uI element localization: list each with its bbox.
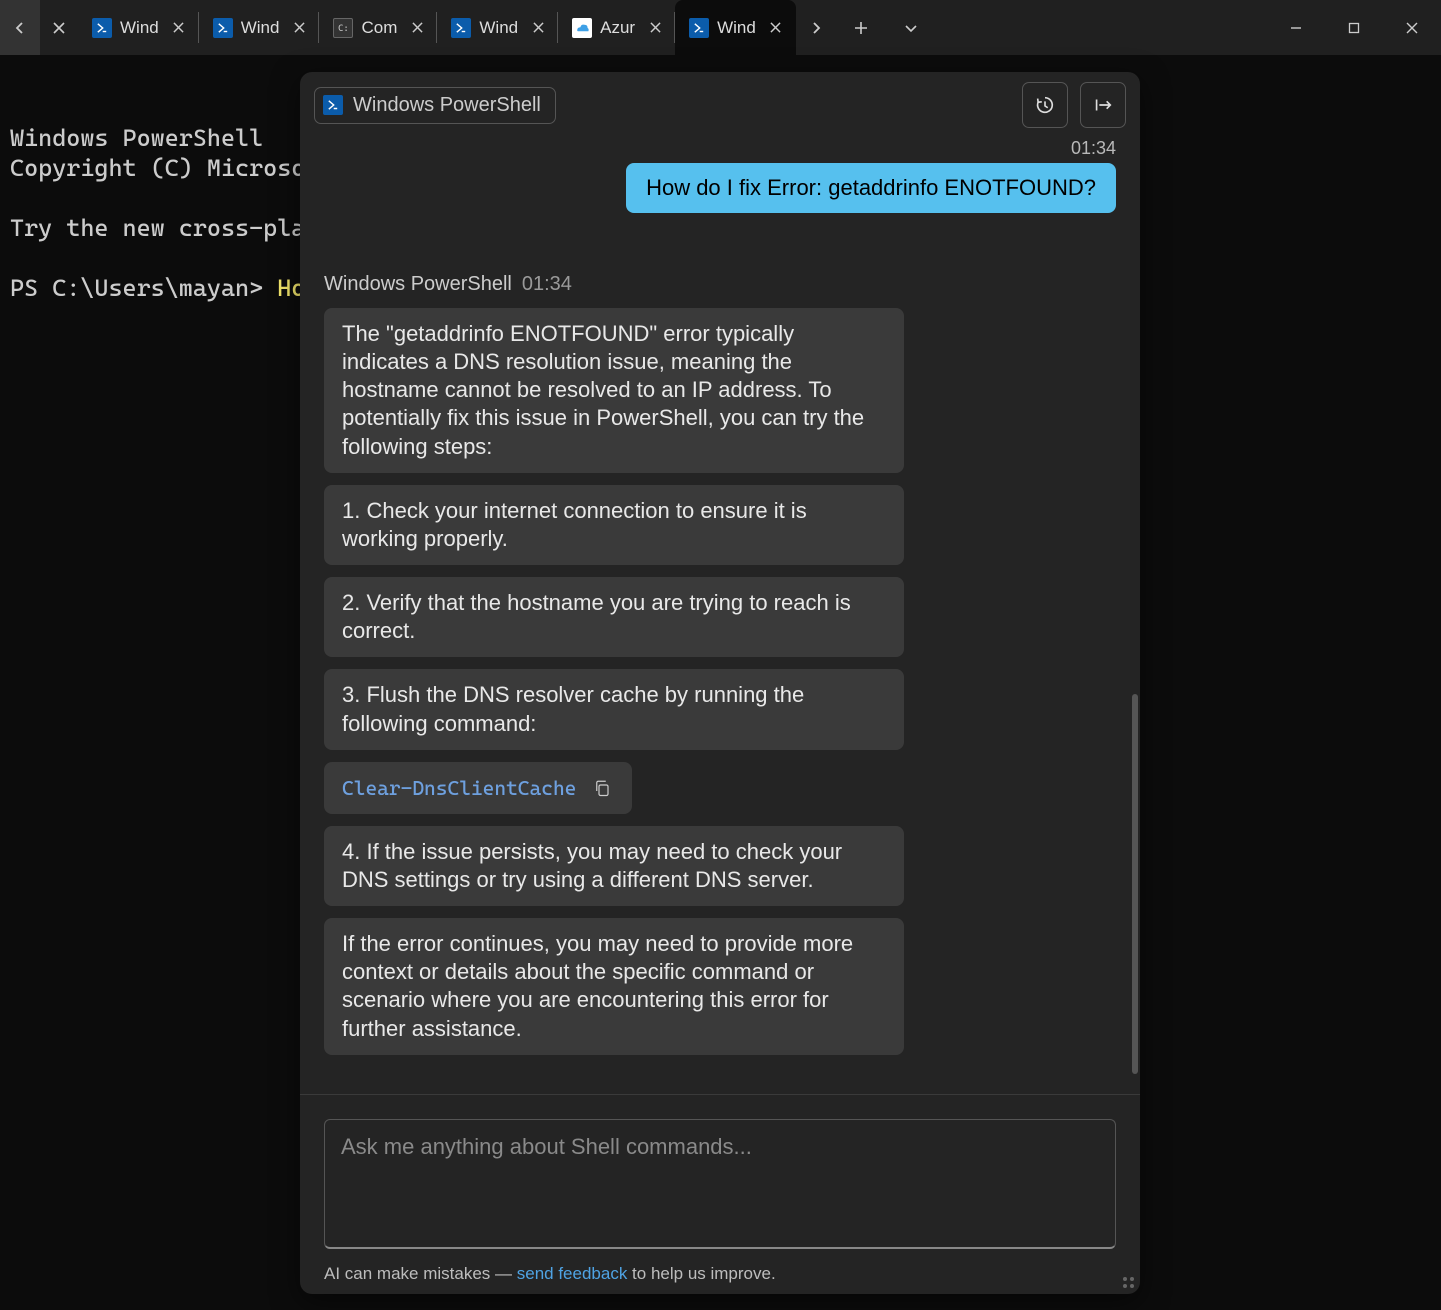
tab-close-first[interactable] — [40, 0, 78, 55]
window-controls — [1267, 0, 1441, 55]
tab-label: Wind — [120, 18, 159, 38]
tab-label: Com — [361, 18, 397, 38]
tab-close-button[interactable] — [764, 16, 788, 40]
user-message-row: 01:34 How do I fix Error: getaddrinfo EN… — [324, 138, 1116, 213]
ai-disclaimer: AI can make mistakes — send feedback to … — [324, 1264, 1116, 1284]
maximize-icon — [1348, 22, 1360, 34]
tab[interactable]: Wind — [78, 0, 199, 55]
new-tab-button[interactable] — [836, 0, 886, 55]
powershell-icon — [92, 18, 112, 38]
chevron-right-icon — [810, 22, 822, 34]
terminal-prompt: PS C:\Users\mayan> — [10, 274, 277, 302]
chat-title-text: Windows PowerShell — [353, 94, 541, 117]
tab[interactable]: C:\ Com — [319, 0, 437, 55]
close-icon — [533, 22, 544, 33]
title-bar: Wind Wind C:\ Com Wind Azur Wind — [0, 0, 1441, 55]
send-feedback-link[interactable]: send feedback — [517, 1264, 628, 1283]
cmd-icon: C:\ — [333, 18, 353, 38]
minimize-icon — [1289, 21, 1303, 35]
assistant-bubble: 4. If the issue persists, you may need t… — [324, 826, 904, 906]
tab-scroll-left[interactable] — [0, 0, 40, 55]
tab-close-button[interactable] — [643, 16, 667, 40]
close-icon — [650, 22, 661, 33]
tab-label: Wind — [241, 18, 280, 38]
powershell-icon — [213, 18, 233, 38]
chat-header: Windows PowerShell — [300, 72, 1140, 134]
close-icon — [1405, 21, 1419, 35]
disclaimer-text: AI can make mistakes — — [324, 1264, 517, 1283]
disclaimer-text: to help us improve. — [627, 1264, 775, 1283]
tab[interactable]: Azur — [558, 0, 675, 55]
tab[interactable]: Wind — [437, 0, 558, 55]
assistant-timestamp: 01:34 — [522, 273, 572, 296]
chat-scroll-area[interactable]: 01:34 How do I fix Error: getaddrinfo EN… — [300, 134, 1140, 1094]
close-icon — [294, 22, 305, 33]
powershell-icon — [323, 95, 343, 115]
chat-input-area: AI can make mistakes — send feedback to … — [300, 1094, 1140, 1294]
assistant-header: Windows PowerShell 01:34 — [324, 273, 1116, 296]
history-button[interactable] — [1022, 82, 1068, 128]
user-timestamp: 01:34 — [1071, 138, 1116, 159]
tab-close-button[interactable] — [405, 16, 429, 40]
close-window-button[interactable] — [1383, 0, 1441, 55]
assistant-name: Windows PowerShell — [324, 273, 512, 296]
user-message-bubble: How do I fix Error: getaddrinfo ENOTFOUN… — [626, 163, 1116, 213]
chat-input[interactable] — [324, 1119, 1116, 1249]
code-bubble: Clear-DnsClientCache — [324, 762, 632, 814]
terminal-line: Windows PowerShell — [10, 124, 263, 152]
plus-icon — [853, 20, 869, 36]
tab-label: Azur — [600, 18, 635, 38]
close-icon — [173, 22, 184, 33]
code-text: Clear-DnsClientCache — [342, 776, 576, 800]
tab-strip: Wind Wind C:\ Com Wind Azur Wind — [0, 0, 836, 55]
tab-close-button[interactable] — [167, 16, 191, 40]
assistant-bubble: The "getaddrinfo ENOTFOUND" error typica… — [324, 308, 904, 473]
assistant-bubble: 3. Flush the DNS resolver cache by runni… — [324, 669, 904, 749]
azure-icon — [572, 18, 592, 38]
svg-text:C:\: C:\ — [338, 24, 349, 34]
close-icon — [53, 22, 65, 34]
tab-close-button[interactable] — [526, 16, 550, 40]
close-icon — [770, 22, 781, 33]
minimize-button[interactable] — [1267, 0, 1325, 55]
assistant-bubble: 2. Verify that the hostname you are tryi… — [324, 577, 904, 657]
maximize-button[interactable] — [1325, 0, 1383, 55]
export-button[interactable] — [1080, 82, 1126, 128]
chevron-left-icon — [14, 22, 26, 34]
terminal-line: Try the new cross-pla — [10, 214, 305, 242]
copy-icon — [593, 779, 611, 797]
history-icon — [1034, 94, 1056, 116]
resize-grip[interactable] — [1123, 1277, 1134, 1288]
tab-dropdown-button[interactable] — [886, 0, 936, 55]
close-icon — [412, 22, 423, 33]
assistant-bubble: If the error continues, you may need to … — [324, 918, 904, 1055]
chat-title-pill[interactable]: Windows PowerShell — [314, 87, 556, 124]
scrollbar-thumb[interactable] — [1132, 694, 1138, 1074]
chat-panel: Windows PowerShell 01:34 How do I fix Er… — [300, 72, 1140, 1294]
assistant-bubble: 1. Check your internet connection to ens… — [324, 485, 904, 565]
powershell-icon — [689, 18, 709, 38]
tab-close-button[interactable] — [287, 16, 311, 40]
tab[interactable]: Wind — [199, 0, 320, 55]
copy-code-button[interactable] — [590, 776, 614, 800]
export-icon — [1092, 94, 1114, 116]
tab[interactable]: Wind — [675, 0, 796, 55]
tab-scroll-right[interactable] — [796, 0, 836, 55]
tab-label: Wind — [479, 18, 518, 38]
chevron-down-icon — [904, 21, 918, 35]
tab-label: Wind — [717, 18, 756, 38]
powershell-icon — [451, 18, 471, 38]
terminal-line: Copyright (C) Microso — [10, 154, 305, 182]
